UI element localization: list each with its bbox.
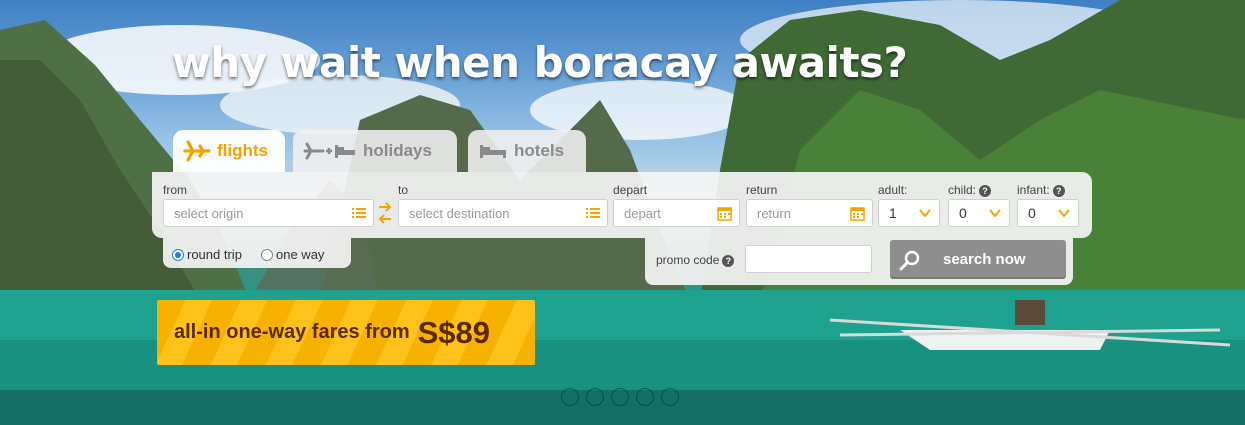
carousel-dot[interactable] <box>586 388 604 406</box>
radio-selected-icon <box>172 248 184 261</box>
calendar-icon <box>850 207 865 221</box>
depart-field[interactable]: depart <box>613 199 740 227</box>
promo-code-input[interactable] <box>745 245 872 273</box>
infant-value: 0 <box>1028 205 1036 221</box>
chevron-down-icon <box>919 209 931 218</box>
search-button-label: search now <box>943 251 1026 268</box>
list-icon <box>586 208 600 218</box>
depart-label: depart <box>613 183 648 197</box>
destination-field[interactable]: select destination <box>398 199 608 227</box>
promo-label-wrap: promo code? <box>656 253 735 267</box>
bed-icon <box>480 145 506 158</box>
destination-placeholder: select destination <box>409 205 510 221</box>
fare-promo-banner[interactable]: all-in one-way fares from S$89 <box>157 300 535 365</box>
origin-placeholder: select origin <box>174 205 244 221</box>
tab-label-hotels: hotels <box>514 141 565 160</box>
tab-label-flights: flights <box>217 141 268 160</box>
plane-icon <box>183 140 211 162</box>
tab-flights[interactable]: flights <box>173 130 285 172</box>
child-select[interactable]: 0 <box>948 199 1010 227</box>
carousel-dot[interactable] <box>611 388 629 406</box>
round-trip-radio[interactable]: round trip <box>172 247 242 262</box>
tab-label-holidays: holidays <box>363 141 432 160</box>
infant-label: infant: <box>1017 183 1050 197</box>
round-trip-label: round trip <box>187 247 242 262</box>
hero-banner: why wait when boracay awaits? flights ho… <box>0 0 1245 425</box>
return-placeholder: return <box>757 205 791 221</box>
chevron-down-icon <box>989 209 1001 218</box>
to-label: to <box>398 183 409 197</box>
search-now-button[interactable]: search now <box>890 240 1066 279</box>
radio-unselected-icon <box>261 248 273 261</box>
calendar-icon <box>717 207 732 221</box>
chevron-down-icon <box>1058 209 1070 218</box>
child-label-wrap: child:? <box>948 183 992 197</box>
child-value: 0 <box>959 205 967 221</box>
banner-text: all-in one-way fares from <box>174 321 410 343</box>
banner-price: S$89 <box>417 314 491 350</box>
tab-hotels[interactable]: hotels <box>468 130 586 172</box>
origin-field[interactable]: select origin <box>163 199 374 227</box>
depart-placeholder: depart <box>624 205 661 221</box>
search-icon <box>899 250 920 270</box>
tab-holidays[interactable]: holidays <box>293 130 457 172</box>
headline: why wait when boracay awaits? <box>172 38 908 87</box>
plane-plus-bed-icon <box>303 142 355 160</box>
help-icon[interactable]: ? <box>979 184 992 197</box>
child-label: child: <box>948 183 977 197</box>
adult-select[interactable]: 1 <box>878 199 940 227</box>
carousel-dot[interactable] <box>636 388 654 406</box>
list-icon <box>352 208 366 218</box>
one-way-radio[interactable]: one way <box>261 247 324 262</box>
help-icon[interactable]: ? <box>722 254 735 267</box>
adult-value: 1 <box>889 205 897 221</box>
return-label: return <box>746 183 778 197</box>
promo-label: promo code <box>656 253 720 267</box>
infant-label-wrap: infant:? <box>1017 183 1065 197</box>
carousel-dots <box>561 388 686 406</box>
return-field[interactable]: return <box>746 199 873 227</box>
one-way-label: one way <box>276 247 325 262</box>
swap-icon[interactable] <box>377 200 393 226</box>
infant-select[interactable]: 0 <box>1017 199 1079 227</box>
from-label: from <box>163 183 187 197</box>
carousel-dot[interactable] <box>661 388 679 406</box>
carousel-dot[interactable] <box>561 388 579 406</box>
help-icon[interactable]: ? <box>1052 184 1065 197</box>
adult-label: adult: <box>878 183 908 197</box>
